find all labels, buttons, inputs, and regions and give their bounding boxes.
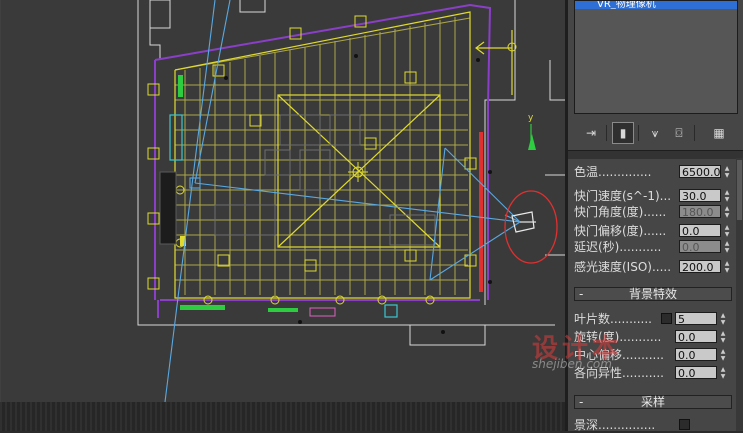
spinner-arrows-icon[interactable]: ▲ ▼: [719, 330, 727, 344]
depth-of-field-checkbox[interactable]: [679, 419, 690, 430]
object-list[interactable]: VR_物理像机: [574, 0, 738, 114]
sampling-rollout-title: 采样: [640, 395, 665, 409]
rotation-field[interactable]: 0.0: [675, 330, 717, 344]
command-panel: VR_物理像机 ⇥ ▮ ⩛ ⌼ ▦ 色温.............. 6500.…: [568, 0, 743, 432]
param-label: 旋转(度)...........: [574, 330, 662, 344]
spinner-arrows-icon[interactable]: ▲ ▼: [723, 165, 731, 179]
bokeh-rollout-title: 背景特效: [628, 287, 677, 301]
color-temperature-field[interactable]: 6500.0: [679, 165, 721, 179]
shutter-speed-field[interactable]: 30.0: [679, 189, 721, 203]
shutter-offset-field[interactable]: 0.0: [679, 224, 721, 238]
anisotropy-field[interactable]: 0.0: [675, 366, 717, 380]
spinner-arrows-icon[interactable]: ▲ ▼: [723, 240, 731, 254]
pin-stack-icon[interactable]: ⇥: [580, 122, 602, 144]
spinner-arrows-icon[interactable]: ▲ ▼: [723, 224, 731, 238]
param-row-anisotropy: 各向异性........... 0.0 ▲ ▼: [574, 365, 730, 381]
spinner-arrows-icon[interactable]: ▲ ▼: [719, 366, 727, 380]
object-list-selected-item[interactable]: VR_物理像机: [575, 1, 737, 9]
param-row-latency: 延迟(秒)........... 0.0 ▲ ▼: [574, 239, 730, 255]
sampling-rollout-header[interactable]: - 采样: [574, 395, 732, 409]
param-label: 叶片数...........: [574, 312, 652, 326]
blades-field[interactable]: 5: [675, 312, 717, 326]
panel-scrollbar-thumb[interactable]: [737, 160, 742, 220]
shutter-angle-field[interactable]: 180.0: [679, 205, 721, 219]
scene-drawing: y: [0, 0, 565, 402]
param-row-center-bias: 中心偏移........... 0.0 ▲ ▼: [574, 347, 730, 363]
panel-toolbar: ⇥ ▮ ⩛ ⌼ ▦: [574, 122, 736, 144]
blades-checkbox[interactable]: [661, 313, 672, 324]
spinner-arrows-icon[interactable]: ▲ ▼: [723, 189, 731, 203]
configure-modifier-sets-icon[interactable]: ▦: [708, 122, 730, 144]
param-row-color-temperature: 色温.............. 6500.0 ▲ ▼: [574, 164, 730, 180]
timeline-strip[interactable]: [0, 402, 565, 431]
red-wall-fixture: [479, 132, 483, 292]
center-bias-field[interactable]: 0.0: [675, 348, 717, 362]
param-row-film-speed: 感光速度(ISO)..... 200.0 ▲ ▼: [574, 259, 730, 275]
spinner-arrows-icon[interactable]: ▲ ▼: [723, 205, 731, 219]
param-row-rotation: 旋转(度)........... 0.0 ▲ ▼: [574, 329, 730, 345]
param-row-shutter-angle: 快门角度(度)...... 180.0 ▲ ▼: [574, 204, 730, 220]
spinner-arrows-icon[interactable]: ▲ ▼: [719, 312, 727, 326]
param-label: 各向异性...........: [574, 366, 664, 380]
param-row-shutter-offset: 快门偏移(度)...... 0.0 ▲ ▼: [574, 223, 730, 239]
param-label: 快门速度(s^-1)...: [574, 189, 672, 203]
toolbar-divider: [606, 125, 607, 141]
bokeh-rollout-header[interactable]: - 背景特效: [574, 287, 732, 301]
param-label: 感光速度(ISO).....: [574, 260, 672, 274]
param-label: 快门角度(度)......: [574, 205, 667, 219]
param-row-blades: 叶片数........... 5 ▲ ▼: [574, 311, 730, 327]
viewport-top[interactable]: y: [0, 0, 565, 402]
param-label: 快门偏移(度)......: [574, 224, 667, 238]
panel-separator: [568, 150, 743, 159]
film-speed-field[interactable]: 200.0: [679, 260, 721, 274]
remove-modifier-icon[interactable]: ⌼: [668, 122, 690, 144]
toolbar-divider: [638, 125, 639, 141]
param-label: 中心偏移...........: [574, 348, 664, 362]
toolbar-divider: [694, 125, 695, 141]
make-unique-icon[interactable]: ⩛: [644, 122, 666, 144]
svg-text:y: y: [528, 113, 534, 123]
spinner-arrows-icon[interactable]: ▲ ▼: [723, 260, 731, 274]
spinner-arrows-icon[interactable]: ▲ ▼: [719, 348, 727, 362]
show-end-result-icon[interactable]: ▮: [612, 122, 634, 144]
param-label: 延迟(秒)...........: [574, 240, 662, 254]
param-row-shutter-speed: 快门速度(s^-1)... 30.0 ▲ ▼: [574, 188, 730, 204]
param-label: 色温..............: [574, 165, 652, 179]
latency-field[interactable]: 0.0: [679, 240, 721, 254]
